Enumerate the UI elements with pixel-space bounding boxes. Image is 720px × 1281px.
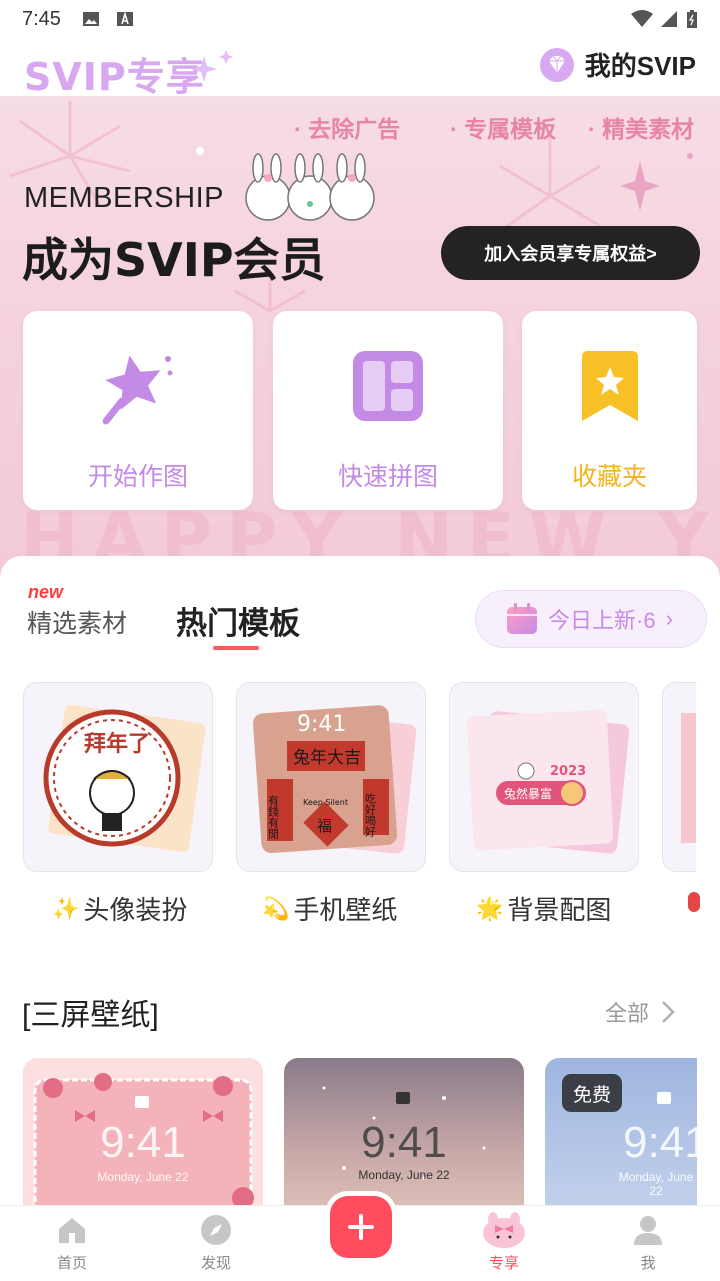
wallpaper-date: Monday, June 22 xyxy=(358,1168,450,1182)
fu-text: 福 xyxy=(317,817,332,835)
youqian-text: 有錢有閒 xyxy=(267,794,280,839)
tuniandaji-text: 兔年大吉 xyxy=(293,748,361,768)
tool-label: 开始作图 xyxy=(87,463,188,491)
wallpaper-time: 9:41 xyxy=(100,1118,186,1167)
font-app-icon xyxy=(117,11,133,26)
magic-wand-icon xyxy=(102,355,173,425)
battery-icon xyxy=(687,10,697,28)
signal-icon xyxy=(661,11,677,27)
nav-home[interactable]: 首页 xyxy=(32,1212,112,1273)
year-text: 2023 xyxy=(550,764,586,779)
chihao-text: 吃好喝好 xyxy=(364,793,377,838)
active-tab-indicator xyxy=(213,646,259,650)
dizzy-icon: 💫 xyxy=(262,895,290,921)
wallpaper-time: 9:41 xyxy=(623,1118,697,1167)
membership-banner: · 去除广告 · 专属模板 · 精美素材 MEMBERSHIP 成为SVIP会员… xyxy=(0,96,720,596)
lock-time-text: 9:41 xyxy=(297,712,346,737)
nav-home-label: 首页 xyxy=(56,1255,87,1272)
chevron-right-icon xyxy=(662,1001,675,1023)
wallpaper-date: Monday, June 22 xyxy=(97,1170,189,1184)
star-icon: 🌟 xyxy=(476,895,504,921)
tool-label: 收藏夹 xyxy=(571,463,647,491)
template-label-wallpaper: 💫 手机壁纸 xyxy=(262,895,398,925)
calendar-icon xyxy=(507,603,537,634)
create-button[interactable] xyxy=(330,1196,392,1258)
template-label-avatar: ✨ 头像装扮 xyxy=(52,895,188,925)
benefit-remove-ads: · 去除广告 xyxy=(294,116,401,142)
tuiran-text: 兔然暴富 xyxy=(504,786,552,801)
my-svip-label: 我的SVIP xyxy=(584,51,696,81)
see-all-button[interactable]: 全部 xyxy=(605,996,675,1028)
user-icon xyxy=(634,1216,662,1245)
wallpaper-card[interactable]: 9:41 Monday, June 22 xyxy=(23,1058,263,1218)
template-thumbnail: 拜年了 xyxy=(43,704,206,852)
template-label-background: 🌟 背景配图 xyxy=(476,895,612,925)
template-thumbnail: 2023 兔然暴富 xyxy=(467,709,630,854)
template-card-phone-wallpaper[interactable]: 9:41 兔年大吉 有錢有閒 吃好喝好 福 Keep Silent xyxy=(236,682,426,872)
tool-quick-collage[interactable]: 快速拼图 xyxy=(273,311,503,510)
keep-silent-text: Keep Silent xyxy=(303,798,348,807)
nav-discover[interactable]: 发现 xyxy=(176,1212,256,1273)
template-thumbnail xyxy=(681,713,696,843)
wifi-icon xyxy=(631,10,653,27)
tab-hot-templates[interactable]: 热门模板 xyxy=(176,598,300,643)
wallpaper-date: Monday, June 22 xyxy=(618,1170,694,1198)
template-thumbnail: 9:41 兔年大吉 有錢有閒 吃好喝好 福 Keep Silent xyxy=(253,705,417,854)
today-new-label: 今日上新·6 xyxy=(548,608,656,633)
free-badge: 免费 xyxy=(562,1074,622,1112)
status-bar xyxy=(0,0,720,40)
bunny-avatar-icon xyxy=(483,1212,525,1248)
bainian-text: 拜年了 xyxy=(84,731,150,757)
new-badge: new xyxy=(28,582,64,602)
join-membership-button[interactable]: 加入会员享专属权益> xyxy=(441,226,700,280)
sparkles-icon: ✨ xyxy=(52,895,80,921)
wallpaper-time: 9:41 xyxy=(361,1118,447,1167)
sparkle-icon xyxy=(191,50,233,82)
see-all-label: 全部 xyxy=(605,1001,650,1026)
today-new-button[interactable]: 今日上新·6 › xyxy=(475,590,707,648)
tool-favorites[interactable]: 收藏夹 xyxy=(522,311,697,510)
template-card-partial[interactable] xyxy=(662,682,696,872)
bookmark-star-icon xyxy=(581,351,638,421)
section-title-triple-wallpaper: [三屏壁纸] xyxy=(22,999,159,1032)
nav-exclusive[interactable]: 专享 xyxy=(464,1212,544,1273)
status-time: 7:45 xyxy=(22,8,61,30)
tool-start-drawing[interactable]: 开始作图 xyxy=(23,311,253,510)
tool-label: 快速拼图 xyxy=(337,463,438,491)
partial-label-icon xyxy=(688,892,700,912)
compass-icon xyxy=(201,1215,231,1245)
my-svip-button[interactable]: 我的SVIP xyxy=(539,46,696,83)
nav-me-label: 我 xyxy=(640,1255,656,1272)
page-title: SVIP专享 xyxy=(24,55,205,99)
nav-discover-label: 发现 xyxy=(200,1255,231,1272)
nav-exclusive-label: 专享 xyxy=(488,1255,519,1272)
bunny-illustration xyxy=(245,153,375,221)
benefit-fine-materials: · 精美素材 xyxy=(588,116,695,142)
collage-layout-icon xyxy=(353,351,423,421)
plus-icon xyxy=(348,1214,374,1240)
benefit-exclusive-templates: · 专属模板 xyxy=(450,116,557,142)
diamond-icon xyxy=(539,47,574,82)
template-card-background[interactable]: 2023 兔然暴富 xyxy=(449,682,639,872)
become-svip-headline: 成为SVIP会员 xyxy=(22,233,326,287)
home-icon xyxy=(59,1218,85,1243)
tab-featured-materials[interactable]: 精选素材 xyxy=(27,604,127,640)
membership-label: MEMBERSHIP xyxy=(24,182,224,214)
template-card-avatar[interactable]: 拜年了 xyxy=(23,682,213,872)
gallery-icon xyxy=(83,12,99,26)
chevron-right-icon: › xyxy=(665,606,673,631)
nav-me[interactable]: 我 xyxy=(608,1212,688,1273)
wallpaper-card[interactable]: 9:41 Monday, June 22 xyxy=(284,1058,524,1218)
